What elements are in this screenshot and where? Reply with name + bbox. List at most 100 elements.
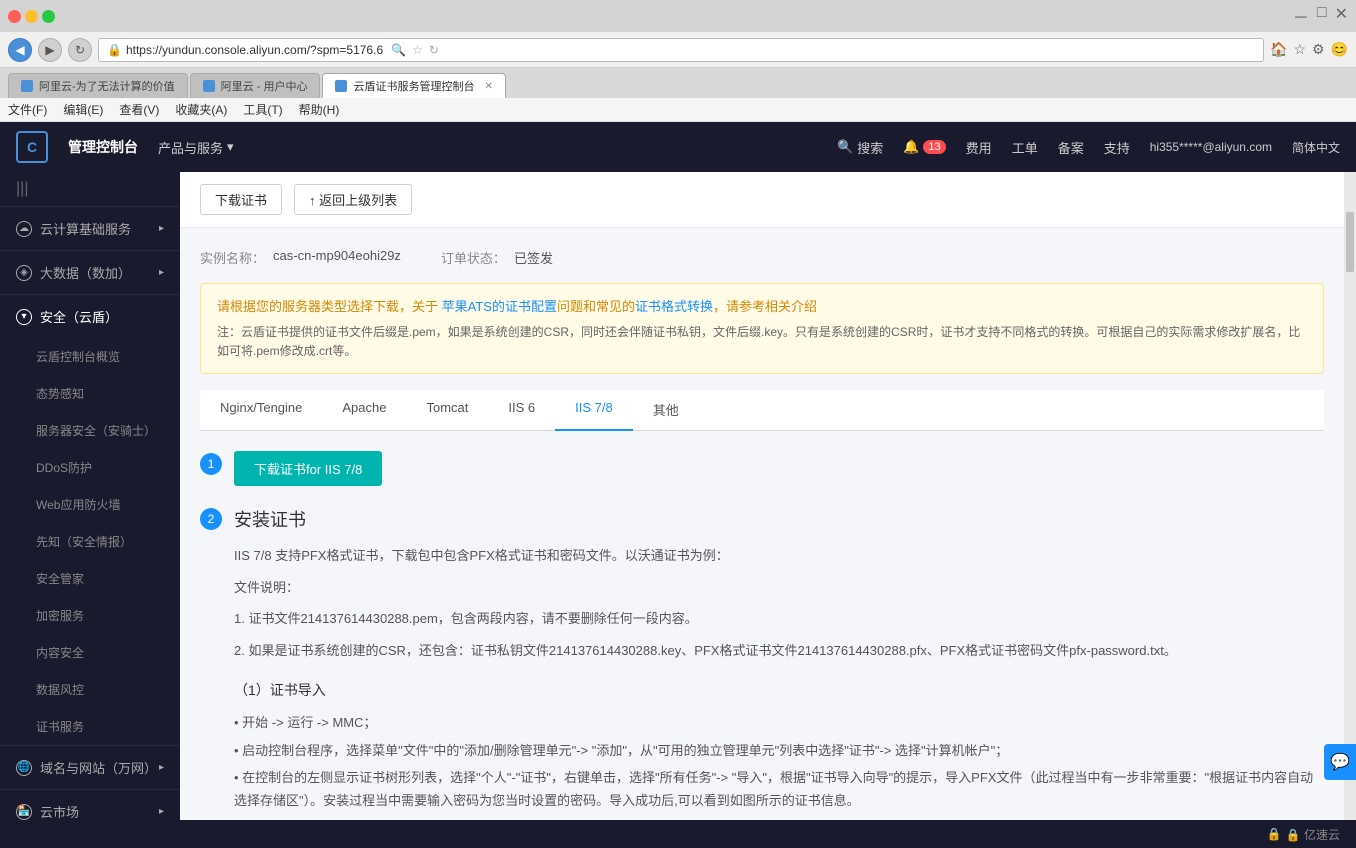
star-nav-icon[interactable]: ☆	[1293, 41, 1306, 58]
tab-other[interactable]: 其他	[633, 390, 699, 431]
tab-aliyun-value[interactable]: 阿里云-为了无法计算的价值	[8, 73, 188, 98]
url-text: https://yundun.console.aliyun.com/?spm=5…	[126, 43, 383, 57]
step2-section: 2 安装证书 IIS 7/8 支持PFX格式证书，下载包中包含PFX格式证书和密…	[200, 506, 1324, 820]
chat-icon: 💬	[1330, 754, 1350, 771]
sidebar-item-waf[interactable]: Web应用防火墙	[0, 486, 180, 523]
navbar-product[interactable]: 产品与服务 ▾	[158, 138, 234, 157]
tab-label-2: 阿里云 - 用户中心	[221, 78, 308, 94]
close-icon[interactable]: ✕	[1335, 4, 1348, 28]
cloud-expand-icon: ▸	[159, 223, 164, 234]
tab-favicon-1	[21, 80, 33, 92]
sidebar-item-security[interactable]: ▾ 安全（云盾）	[0, 295, 180, 338]
product-chevron-icon: ▾	[227, 139, 234, 155]
chat-float-button[interactable]: 💬	[1324, 744, 1356, 780]
sidebar-group-cloud: ☁ 云计算基础服务 ▸	[0, 207, 180, 251]
navbar-lang[interactable]: 简体中文	[1292, 139, 1340, 156]
maximize-icon[interactable]: □	[1317, 4, 1327, 28]
star-icon: ☆	[412, 43, 423, 57]
refresh-button[interactable]: ↻	[68, 38, 92, 62]
menu-favorites[interactable]: 收藏夹(A)	[175, 101, 227, 118]
navbar-fee[interactable]: 费用	[966, 138, 992, 157]
close-btn[interactable]	[8, 10, 21, 23]
sidebar-item-intelligence[interactable]: 先知（安全情报）	[0, 523, 180, 560]
step2-title: 安装证书	[234, 506, 1324, 532]
menu-tools[interactable]: 工具(T)	[243, 101, 282, 118]
search-nav-icon: 🔍	[837, 139, 853, 155]
sidebar-item-bigdata[interactable]: ◈ 大数据（数加） ▸	[0, 251, 180, 294]
navbar-search[interactable]: 🔍 搜索	[837, 138, 883, 157]
bottom-bar: 🔒 🔒 亿速云	[0, 820, 1356, 848]
sidebar-item-security-mgr[interactable]: 安全管家	[0, 560, 180, 597]
navbar-support[interactable]: 支持	[1104, 138, 1130, 157]
forward-button[interactable]: ▶	[38, 38, 62, 62]
sidebar-item-ddos[interactable]: DDoS防护	[0, 449, 180, 486]
tab-tomcat[interactable]: Tomcat	[406, 390, 488, 431]
install-intro: IIS 7/8 支持PFX格式证书，下载包中包含PFX格式证书和密码文件。以沃通…	[234, 544, 1324, 567]
step1-section: 1 下载证书for IIS 7/8	[200, 451, 1324, 486]
sidebar-item-situation[interactable]: 态势感知	[0, 375, 180, 412]
back-button[interactable]: ◀	[8, 38, 32, 62]
sidebar-item-domain[interactable]: 🌐 域名与网站（万网） ▸	[0, 746, 180, 789]
titlebar-right: － □ ✕	[1293, 4, 1348, 28]
sidebar-item-server-security[interactable]: 服务器安全（安骑士）	[0, 412, 180, 449]
scroll-thumb	[1346, 212, 1354, 272]
menu-help[interactable]: 帮助(H)	[299, 101, 340, 118]
apple-ats-link[interactable]: 苹果ATS的证书配置	[442, 299, 557, 314]
sidebar-item-cert[interactable]: 证书服务	[0, 708, 180, 745]
tab-close-icon[interactable]: ✕	[484, 81, 492, 92]
file-desc-item1: 1. 证书文件214137614430288.pem，包含两段内容，请不要删除任…	[234, 607, 1324, 630]
navbar-logo: C	[16, 131, 48, 163]
sidebar-collapse-btn[interactable]: |||	[0, 172, 180, 207]
sidebar-item-data-risk[interactable]: 数据风控	[0, 671, 180, 708]
sidebar-group-bigdata: ◈ 大数据（数加） ▸	[0, 251, 180, 295]
tab-iis78[interactable]: IIS 7/8	[555, 390, 633, 431]
download-cert-button[interactable]: 下载证书	[200, 184, 282, 215]
info-row: 实例名称： cas-cn-mp904eohi29z 订单状态： 已签发	[200, 248, 1324, 267]
instance-info: 实例名称： cas-cn-mp904eohi29z	[200, 248, 401, 267]
minimize-btn[interactable]	[25, 10, 38, 23]
domain-icon: 🌐	[16, 760, 32, 776]
step2-badge: 2	[200, 508, 222, 530]
navbar-ticket[interactable]: 工单	[1012, 138, 1038, 157]
scroll-indicator[interactable]	[1344, 172, 1356, 820]
tab-aliyun-user[interactable]: 阿里云 - 用户中心	[190, 73, 321, 98]
maximize-btn[interactable]	[42, 10, 55, 23]
step2-content: 安装证书 IIS 7/8 支持PFX格式证书，下载包中包含PFX格式证书和密码文…	[234, 506, 1324, 820]
tab-cert-console[interactable]: 云盾证书服务管理控制台 ✕	[322, 73, 505, 98]
instance-value: cas-cn-mp904eohi29z	[273, 248, 401, 267]
emoji-icon[interactable]: 😊	[1331, 41, 1348, 58]
sidebar-group-domain: 🌐 域名与网站（万网） ▸	[0, 746, 180, 790]
tab-nginx[interactable]: Nginx/Tengine	[200, 390, 322, 431]
sidebar-item-market[interactable]: 🏪 云市场 ▸	[0, 790, 180, 820]
nav-extra-icons: 🏠 ☆ ⚙ 😊	[1270, 41, 1348, 58]
tab-label-3: 云盾证书服务管理控制台	[353, 78, 474, 94]
sidebar-item-encryption[interactable]: 加密服务	[0, 597, 180, 634]
download-iis78-button[interactable]: 下载证书for IIS 7/8	[234, 451, 382, 486]
tab-iis6[interactable]: IIS 6	[488, 390, 555, 431]
cert-format-link[interactable]: 证书格式转换	[635, 299, 713, 314]
ssl-icon: 🔒	[107, 43, 122, 57]
menu-file[interactable]: 文件(F)	[8, 101, 47, 118]
address-bar[interactable]: 🔒 https://yundun.console.aliyun.com/?spm…	[98, 38, 1264, 62]
minimize-icon[interactable]: －	[1293, 4, 1309, 28]
sidebar-item-content-security[interactable]: 内容安全	[0, 634, 180, 671]
sidebar-item-cloud[interactable]: ☁ 云计算基础服务 ▸	[0, 207, 180, 250]
settings-icon[interactable]: ⚙	[1312, 41, 1325, 58]
search-icon: 🔍	[391, 43, 406, 57]
market-expand-icon: ▸	[159, 806, 164, 817]
sidebar-item-dashboard[interactable]: 云盾控制台概览	[0, 338, 180, 375]
tab-apache[interactable]: Apache	[322, 390, 406, 431]
menu-view[interactable]: 查看(V)	[119, 101, 159, 118]
menu-edit[interactable]: 编辑(E)	[63, 101, 103, 118]
sidebar: ||| ☁ 云计算基础服务 ▸ ◈ 大数据（数加） ▸ ▾	[0, 172, 180, 820]
bottom-logo-text: 🔒 亿速云	[1286, 826, 1340, 843]
navbar-notification[interactable]: 🔔 13	[903, 139, 945, 155]
order-label: 订单状态：	[441, 248, 506, 267]
step1-content: 下载证书for IIS 7/8	[234, 451, 1324, 486]
navbar-backup[interactable]: 备案	[1058, 138, 1084, 157]
sidebar-group-market: 🏪 云市场 ▸	[0, 790, 180, 820]
navbar-user[interactable]: hi355*****@aliyun.com	[1150, 140, 1272, 154]
back-to-list-button[interactable]: ↑ 返回上级列表	[294, 184, 412, 215]
order-value: 已签发	[514, 248, 553, 267]
home-icon[interactable]: 🏠	[1270, 41, 1287, 58]
